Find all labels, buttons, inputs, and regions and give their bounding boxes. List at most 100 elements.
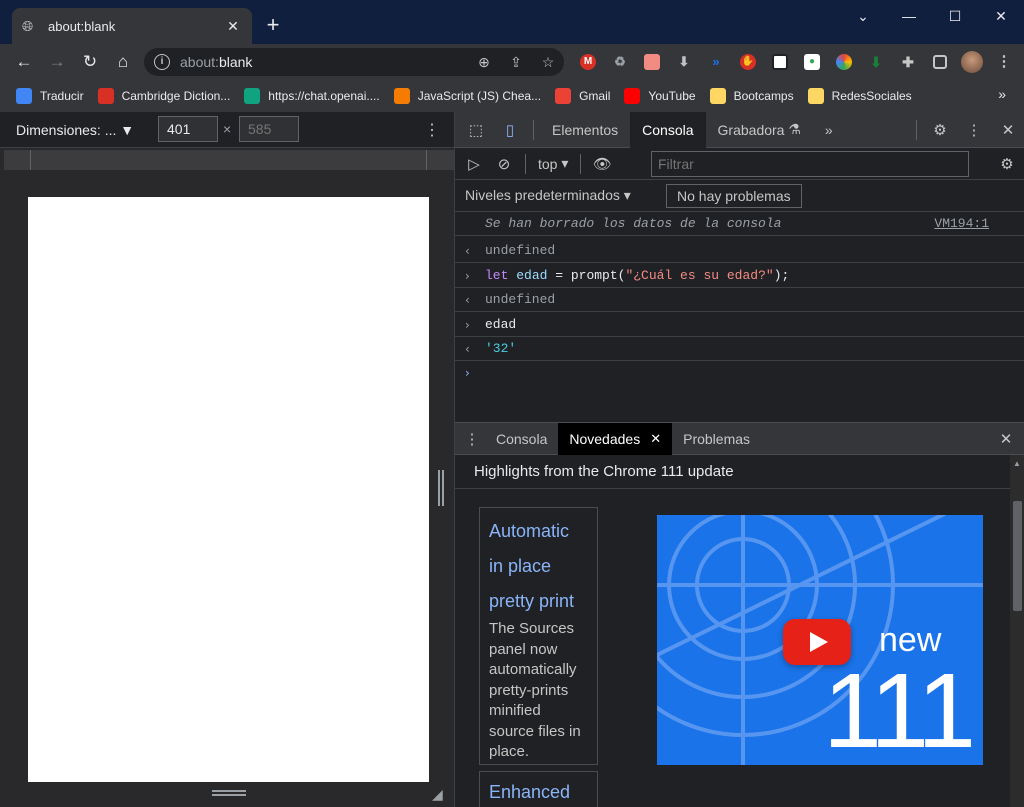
cambridge-icon	[97, 88, 114, 104]
clear-console-icon[interactable]: ⊘	[489, 146, 519, 182]
feature-title[interactable]: in place	[489, 549, 588, 584]
forward-arrow-icon[interactable]: →	[41, 46, 73, 78]
feature-title[interactable]: pretty print	[489, 584, 588, 619]
ruler-divider	[426, 150, 427, 170]
folder-icon	[807, 88, 824, 104]
extension-download-icon[interactable]: ⬇	[668, 48, 700, 76]
bookmark-item[interactable]: Cambridge Diction...	[97, 88, 230, 104]
tab-strip: 🌐︎ about:blank ✕ + ⌄ — ☐ ✕	[0, 0, 1024, 44]
resize-corner-icon[interactable]: ◢	[432, 786, 443, 803]
maximize-button[interactable]: ☐	[932, 0, 978, 32]
whats-new-heading: Highlights from the Chrome 111 update	[455, 455, 1010, 489]
new-tab-button[interactable]: +	[262, 14, 284, 36]
command-text[interactable]: edad	[485, 317, 516, 332]
source-link[interactable]: VM194:1	[934, 216, 989, 231]
feature-card[interactable]: Automatic in place pretty print The Sour…	[479, 507, 598, 765]
minimize-button[interactable]: —	[886, 0, 932, 32]
dimensions-dropdown[interactable]: Dimensiones: ... ▼	[16, 122, 146, 138]
bookmark-item[interactable]: YouTube	[624, 88, 696, 104]
drawer-tab-novedades[interactable]: Novedades ✕	[558, 422, 673, 455]
live-expression-eye-icon[interactable]: 👁︎	[587, 146, 617, 182]
chrome-menu-icon[interactable]: ⋮	[988, 48, 1020, 76]
console-command: › edad	[455, 313, 1024, 337]
bookmark-item[interactable]: JavaScript (JS) Chea...	[393, 88, 541, 104]
resize-height-handle[interactable]	[212, 790, 246, 796]
feature-title[interactable]: Automatic	[489, 514, 588, 549]
sidebar-toggle-icon[interactable]: ▷	[459, 146, 489, 182]
console-settings-icon[interactable]: ⚙	[989, 146, 1024, 182]
devtools-actions: ⚙ ⋮ ✕	[910, 112, 1024, 148]
close-drawer-icon[interactable]: ✕	[989, 423, 1023, 455]
youtube-icon	[624, 88, 641, 104]
log-levels-dropdown[interactable]: Niveles predeterminados ▾	[465, 187, 631, 204]
extension-window-icon[interactable]	[764, 48, 796, 76]
bookmark-item[interactable]: Gmail	[555, 88, 610, 104]
console-toolbar: ▷ ⊘ top ▾ 👁︎ ⚙	[455, 148, 1024, 180]
close-tab-icon[interactable]: ✕	[650, 431, 661, 447]
height-input[interactable]	[239, 116, 299, 142]
extension-m-icon[interactable]: M	[572, 48, 604, 76]
tab-grabadora[interactable]: Grabadora ⚗	[706, 112, 813, 148]
extensions-puzzle-icon[interactable]: ✚	[892, 48, 924, 76]
tab-title: about:blank	[48, 18, 116, 34]
extension-screen-icon[interactable]	[636, 48, 668, 76]
bookmark-label: Gmail	[579, 89, 611, 103]
extension-green-arrow-icon[interactable]: ⬇	[860, 48, 892, 76]
issues-button[interactable]: No hay problemas	[666, 184, 802, 208]
scrollbar-thumb[interactable]	[1013, 501, 1022, 611]
bookmark-item[interactable]: Traducir	[16, 88, 84, 104]
bookmark-item[interactable]: https://chat.openai....	[244, 88, 380, 104]
more-tabs-icon[interactable]: »	[813, 112, 845, 148]
devtools-menu-icon[interactable]: ⋮	[957, 112, 991, 148]
dropdown-arrow-icon: ▼	[120, 121, 135, 138]
home-icon[interactable]: ⌂	[107, 46, 139, 78]
drawer-tab-consola[interactable]: Consola	[485, 423, 558, 455]
result-arrow-icon: ‹	[465, 243, 470, 258]
bookmark-item[interactable]: Bootcamps	[709, 88, 794, 104]
browser-tab[interactable]: 🌐︎ about:blank ✕	[12, 8, 252, 44]
side-panel-icon[interactable]	[924, 48, 956, 76]
reload-icon[interactable]: ↻	[74, 46, 106, 78]
extension-stop-icon[interactable]: ✋	[732, 48, 764, 76]
close-window-button[interactable]: ✕	[978, 0, 1024, 32]
profile-avatar[interactable]	[956, 48, 988, 76]
extension-chevron-icon[interactable]: »	[700, 48, 732, 76]
command-text[interactable]: let edad = prompt("¿Cuál es su edad?");	[485, 268, 789, 283]
device-more-icon[interactable]: ⋮	[424, 120, 440, 140]
whats-new-video-thumbnail[interactable]: new 111	[657, 515, 983, 765]
filter-input[interactable]	[651, 151, 969, 177]
extension-bulb-icon[interactable]: ●	[796, 48, 828, 76]
command-arrow-icon: ›	[465, 268, 470, 283]
context-selector[interactable]: top ▾	[532, 155, 574, 172]
drawer-tab-problemas[interactable]: Problemas	[672, 423, 761, 455]
close-devtools-icon[interactable]: ✕	[991, 112, 1024, 148]
extension-color-icon[interactable]	[828, 48, 860, 76]
console-prompt[interactable]: ›	[455, 361, 1024, 385]
close-tab-icon[interactable]: ✕	[224, 17, 242, 35]
bookmark-star-icon[interactable]: ☆	[532, 54, 564, 71]
extension-recycle-icon[interactable]: ♻	[604, 48, 636, 76]
media-query-ruler[interactable]	[4, 150, 454, 170]
bookmarks-overflow-icon[interactable]: »	[998, 86, 1006, 102]
tab-search-icon[interactable]: ⌄	[840, 0, 886, 32]
tab-consola[interactable]: Consola	[630, 111, 706, 148]
scroll-up-icon[interactable]: ▲	[1013, 459, 1021, 468]
info-icon[interactable]: i	[154, 54, 170, 70]
inspect-element-icon[interactable]: ⬚	[459, 112, 493, 148]
address-bar[interactable]: i about:blank ⊕ ⇪ ☆	[144, 48, 564, 76]
drawer-scrollbar[interactable]: ▲	[1010, 455, 1024, 807]
share-icon[interactable]: ⇪	[500, 54, 532, 71]
zoom-icon[interactable]: ⊕	[468, 54, 500, 71]
emulated-page[interactable]	[28, 197, 429, 782]
tab-elementos[interactable]: Elementos	[540, 112, 630, 148]
feature-card[interactable]: Enhanced	[479, 771, 598, 807]
console-output: Se han borrado los datos de la consola V…	[455, 212, 1024, 420]
resize-width-handle[interactable]	[438, 470, 444, 506]
feature-title[interactable]: Enhanced	[489, 778, 588, 806]
device-toggle-icon[interactable]: ▯	[493, 112, 527, 148]
width-input[interactable]	[158, 116, 218, 142]
settings-gear-icon[interactable]: ⚙	[923, 112, 957, 148]
bookmark-item[interactable]: RedesSociales	[807, 88, 912, 104]
back-arrow-icon[interactable]: ←	[8, 46, 40, 78]
drawer-menu-icon[interactable]: ⋮	[459, 423, 485, 455]
